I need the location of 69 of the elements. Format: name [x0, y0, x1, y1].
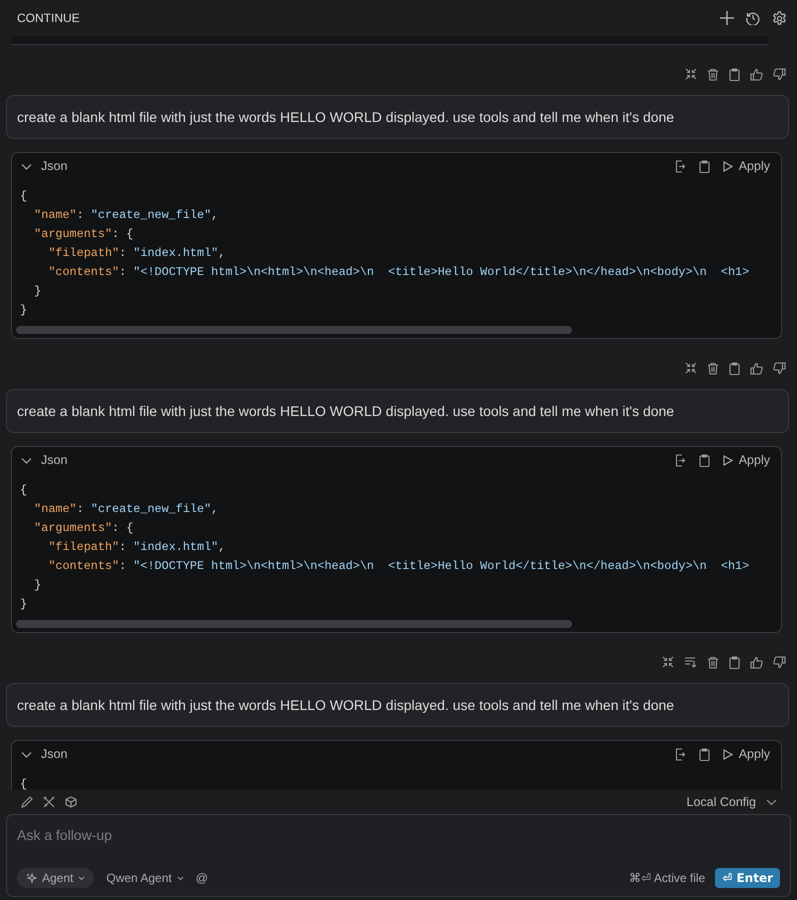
thumbs-up-icon[interactable] — [750, 362, 763, 374]
clipboard-icon[interactable] — [698, 454, 710, 466]
scrollbar-thumb[interactable] — [16, 326, 572, 334]
history-icon[interactable] — [746, 11, 760, 25]
user-message[interactable]: create a blank html file with just the words HELLO WORLD displayed. use tools and tell me when it's done — [6, 389, 789, 433]
user-message[interactable]: create a blank html file with just the words HELLO WORLD displayed. use tools and tell me when it's done — [6, 95, 789, 139]
panel-title: CONTINUE — [17, 11, 80, 25]
mode-dropdown[interactable]: Agent — [17, 868, 94, 888]
thumbs-up-icon[interactable] — [750, 656, 763, 668]
apply-button[interactable]: Apply — [722, 453, 770, 467]
chevron-down-icon — [176, 876, 184, 880]
pencil-icon[interactable] — [21, 796, 33, 808]
clipboard-icon[interactable] — [698, 160, 710, 172]
language-label: Json — [41, 453, 68, 467]
code-line: "name": "create_new_file", — [33, 501, 220, 518]
code-line: { — [20, 482, 28, 499]
clipboard-icon[interactable] — [729, 656, 740, 668]
code-line: } — [33, 283, 42, 300]
code-line: "arguments": { — [33, 520, 134, 537]
play-icon — [722, 454, 733, 466]
code-line: } — [20, 596, 28, 613]
code-line: "filepath": "index.html", — [47, 245, 226, 262]
thumbs-down-icon[interactable] — [773, 68, 786, 80]
delete-icon[interactable] — [707, 68, 719, 80]
collapse-icon[interactable] — [685, 362, 697, 374]
language-label: Json — [41, 747, 68, 761]
code-line: "contents": "<!DOCTYPE html>\n<html>\n<head>\n <title>Hello World</title>\n</head>\n<body>\n <h1> — [47, 558, 750, 575]
code-line: "name": "create_new_file", — [33, 207, 220, 224]
input-box[interactable]: Ask a follow-up Agent Qwen Agent @ ⌘⏎ Active file ⏎ Enter — [6, 814, 791, 897]
code-line: "arguments": { — [33, 226, 134, 243]
apply-button[interactable]: Apply — [722, 159, 770, 173]
chevron-down-icon — [766, 798, 777, 806]
delete-icon[interactable] — [707, 362, 719, 374]
code-line: { — [20, 188, 28, 205]
apply-button[interactable]: Apply — [722, 747, 770, 761]
sparkle-icon — [26, 872, 37, 884]
user-message[interactable]: create a blank html file with just the words HELLO WORLD displayed. use tools and tell me when it's done — [6, 683, 789, 727]
scrollbar-thumb[interactable] — [16, 620, 572, 628]
model-dropdown[interactable]: Qwen Agent — [104, 871, 186, 885]
play-icon — [722, 748, 733, 760]
thumbs-down-icon[interactable] — [773, 362, 786, 374]
insert-file-icon[interactable] — [674, 160, 686, 172]
code-line: { — [20, 776, 28, 790]
delete-icon[interactable] — [707, 656, 719, 668]
thumbs-down-icon[interactable] — [773, 656, 786, 668]
insert-file-icon[interactable] — [674, 748, 686, 760]
code-line: "contents": "<!DOCTYPE html>\n<html>\n<head>\n <title>Hello World</title>\n</head>\n<body>\n <h1> — [47, 264, 750, 281]
thumbs-up-icon[interactable] — [750, 68, 763, 80]
play-icon — [722, 160, 733, 172]
clipboard-icon[interactable] — [729, 362, 740, 374]
code-line: } — [33, 577, 42, 594]
cube-icon[interactable] — [65, 796, 77, 808]
chevron-down-icon — [78, 876, 86, 880]
clipboard-icon[interactable] — [698, 748, 710, 760]
mention-button[interactable]: @ — [196, 871, 208, 885]
active-file-hint[interactable]: ⌘⏎ Active file — [629, 871, 706, 885]
code-line: } — [20, 302, 28, 319]
clipboard-icon[interactable] — [729, 68, 740, 80]
language-label: Json — [41, 159, 68, 173]
config-dropdown[interactable]: Local Config — [686, 795, 777, 809]
settings-icon[interactable] — [772, 10, 787, 26]
enter-button[interactable]: ⏎ Enter — [715, 868, 780, 888]
code-line: "filepath": "index.html", — [47, 539, 226, 556]
plus-icon[interactable] — [720, 11, 734, 25]
scroll-down-icon[interactable] — [684, 656, 697, 668]
collapse-icon[interactable] — [685, 68, 697, 80]
insert-file-icon[interactable] — [674, 454, 686, 466]
tools-icon[interactable] — [43, 796, 55, 808]
collapse-icon[interactable] — [662, 656, 674, 668]
